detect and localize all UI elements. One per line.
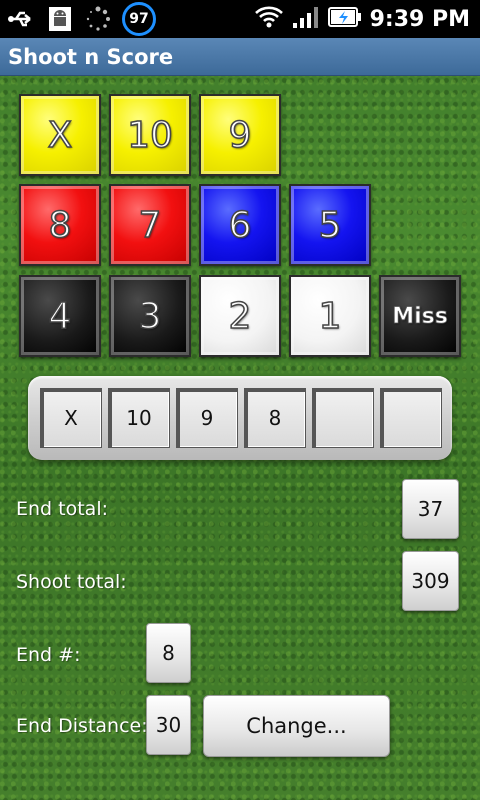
android-icon: [46, 5, 74, 33]
arrow-slot-2[interactable]: 10: [108, 388, 170, 448]
end-distance-value: 30: [146, 695, 191, 755]
arrow-slot-5[interactable]: [312, 388, 374, 448]
end-total-label: End total:: [16, 498, 108, 520]
score-button-7[interactable]: 7: [109, 184, 191, 266]
wifi-icon: [254, 5, 284, 33]
score-button-4[interactable]: 4: [19, 275, 101, 357]
end-distance-label: End Distance:: [16, 715, 148, 737]
score-button-3[interactable]: 3: [109, 275, 191, 357]
end-number-value: 8: [146, 623, 191, 683]
battery-charging-icon: [327, 5, 362, 33]
score-button-8[interactable]: 8: [19, 184, 101, 266]
score-button-2[interactable]: 2: [199, 275, 281, 357]
status-bar: 97 9:39 PM: [0, 0, 480, 38]
arrow-slot-6[interactable]: [380, 388, 442, 448]
score-button-10[interactable]: 10: [109, 94, 191, 176]
score-button-1[interactable]: 1: [289, 275, 371, 357]
loading-icon: [84, 5, 112, 33]
score-button-9[interactable]: 9: [199, 94, 281, 176]
end-arrows-panel: X 10 9 8: [28, 376, 452, 460]
end-total-value: 37: [402, 479, 459, 539]
score-button-6[interactable]: 6: [199, 184, 281, 266]
shoot-total-value: 309: [402, 551, 459, 611]
score-button-x[interactable]: X: [19, 94, 101, 176]
app-title: Shoot n Score: [8, 44, 174, 69]
battery-level-badge: 97: [122, 2, 156, 36]
clock: 9:39 PM: [369, 6, 470, 32]
usb-icon: [8, 5, 36, 33]
arrow-slot-4[interactable]: 8: [244, 388, 306, 448]
score-button-miss[interactable]: Miss: [379, 275, 461, 357]
change-distance-button[interactable]: Change...: [203, 695, 390, 757]
signal-icon: [292, 5, 320, 33]
shoot-total-label: Shoot total:: [16, 571, 127, 593]
title-bar: Shoot n Score: [0, 38, 480, 76]
arrow-slot-1[interactable]: X: [40, 388, 102, 448]
end-number-label: End #:: [16, 644, 81, 666]
score-button-5[interactable]: 5: [289, 184, 371, 266]
arrow-slot-3[interactable]: 9: [176, 388, 238, 448]
